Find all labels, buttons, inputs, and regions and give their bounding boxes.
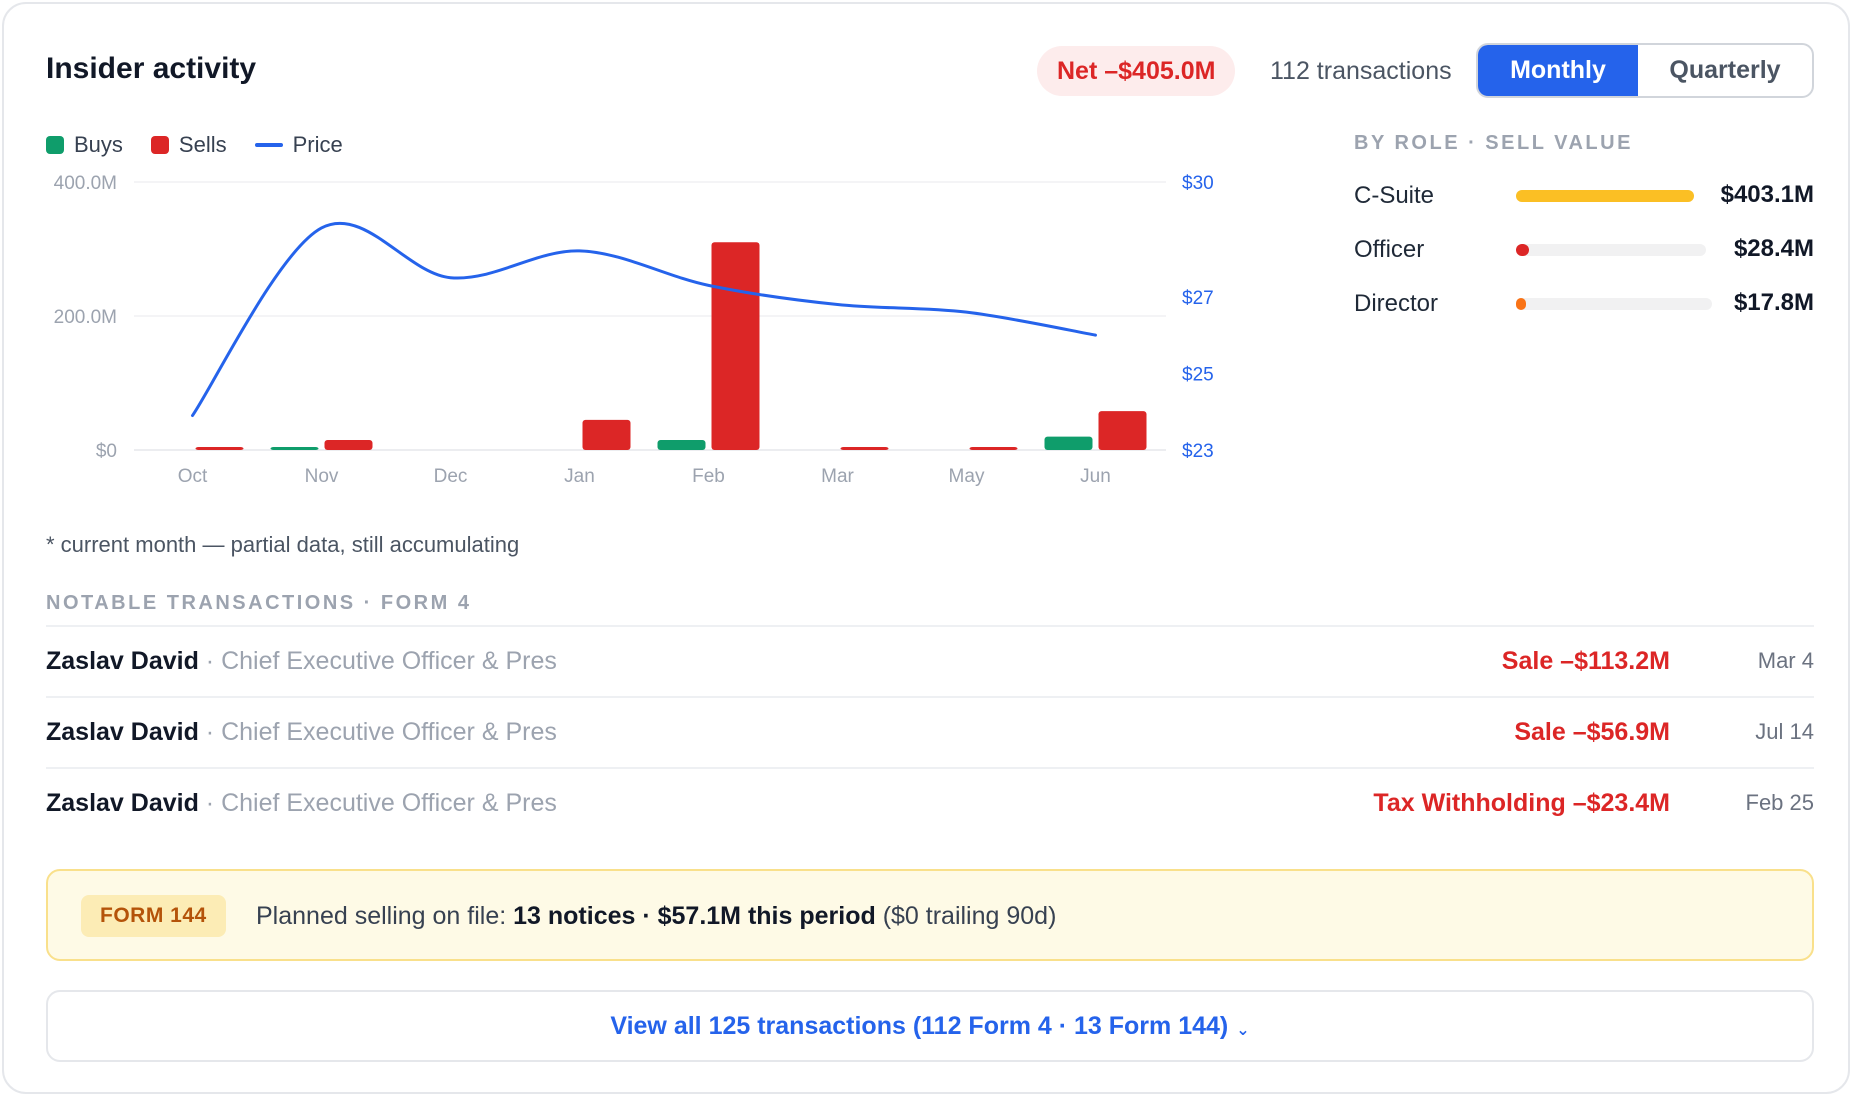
insider-role: · Chief Executive Officer & Pres [198, 718, 557, 746]
role-name: Director [1354, 290, 1439, 317]
x-tick-label: Oct [178, 466, 208, 487]
transaction-row[interactable]: Zaslav David · Chief Executive Officer &… [46, 625, 1814, 696]
x-tick-label: May [949, 466, 985, 487]
transaction-row[interactable]: Zaslav David · Chief Executive Officer &… [46, 696, 1814, 767]
insider-name: Zaslav David · Chief Executive Officer &… [46, 789, 557, 818]
role-value: $403.1M [1720, 181, 1814, 208]
insider-name-text: Zaslav David [46, 718, 199, 746]
role-bar-track [1516, 298, 1712, 310]
role-bar-track [1516, 244, 1706, 256]
x-tick-label: Jan [564, 466, 595, 487]
buy-bar [657, 439, 706, 450]
form-144-badge: FORM 144 [81, 895, 226, 937]
role-name: Officer [1354, 236, 1425, 263]
transaction-count: 112 transactions [1270, 57, 1452, 85]
role-bar-track [1516, 190, 1694, 202]
buy-bar [270, 447, 319, 450]
y-tick-label: $0 [96, 441, 117, 462]
form-144-summary: 13 notices · $57.1M this period [513, 902, 876, 930]
x-tick-label: Nov [305, 466, 339, 487]
insider-name-text: Zaslav David [46, 789, 199, 817]
transaction-row[interactable]: Zaslav David · Chief Executive Officer &… [46, 767, 1814, 838]
role-row-officer: Officer $28.4M [1354, 230, 1814, 270]
view-all-label: View all 125 transactions (112 Form 4 · … [610, 1011, 1229, 1040]
role-value: $28.4M [1733, 235, 1814, 262]
transaction-amount: Sale –$113.2M [1501, 647, 1670, 675]
role-row-director: Director $17.8M [1354, 284, 1814, 324]
x-tick-label: Dec [434, 466, 468, 487]
sell-bar [711, 242, 760, 450]
sell-bar [582, 419, 631, 450]
x-tick-label: Feb [692, 466, 725, 487]
transaction-date: Feb 25 [1745, 790, 1815, 815]
sell-bar [195, 447, 244, 450]
price-tick-label: $30 [1182, 173, 1214, 194]
price-tick-label: $23 [1182, 441, 1214, 462]
insider-name: Zaslav David · Chief Executive Officer &… [46, 718, 557, 747]
price-tick-label: $25 [1182, 364, 1214, 385]
x-tick-label: Mar [821, 466, 854, 487]
monthly-tab[interactable]: Monthly [1478, 45, 1638, 96]
buy-bar [1044, 436, 1093, 450]
chevron-down-icon: ⌄ [1236, 1022, 1250, 1039]
sell-bar [969, 447, 1018, 450]
quarterly-tab[interactable]: Quarterly [1638, 45, 1812, 96]
y-tick-label: 400.0M [54, 173, 117, 194]
form-144-text: Planned selling on file: 13 notices · $5… [256, 902, 1056, 931]
y-tick-label: 200.0M [54, 307, 117, 328]
form-144-lead: Planned selling on file: [256, 902, 514, 930]
notable-heading: NOTABLE TRANSACTIONS · FORM 4 [46, 592, 472, 614]
insider-chart: 400.0M 200.0M $0 $30 $27 $25 $23 Oct Nov Dec Jan Fe… [54, 173, 1214, 487]
transaction-date: Mar 4 [1757, 648, 1814, 673]
sell-bar [840, 447, 889, 450]
insider-name-text: Zaslav David [46, 647, 199, 675]
sell-bar [1098, 411, 1147, 450]
role-value: $17.8M [1733, 289, 1814, 316]
role-bar-fill [1516, 190, 1694, 202]
role-name: C-Suite [1354, 182, 1435, 209]
transaction-amount: Tax Withholding –$23.4M [1373, 789, 1670, 817]
transaction-amount: Sale –$56.9M [1514, 718, 1670, 746]
insider-activity-card: Insider activity Net –$405.0M 112 transa… [2, 2, 1850, 1094]
sell-bar [324, 439, 373, 450]
view-all-transactions-button[interactable]: View all 125 transactions (112 Form 4 · … [46, 990, 1814, 1062]
role-bar-fill [1516, 298, 1526, 310]
insider-name: Zaslav David · Chief Executive Officer &… [46, 647, 557, 676]
role-bar-fill [1516, 244, 1530, 256]
form-144-trailing: ($0 trailing 90d) [875, 902, 1057, 930]
role-row-c-suite: C-Suite $403.1M [1354, 176, 1814, 216]
form-144-notice: FORM 144 Planned selling on file: 13 not… [46, 869, 1814, 961]
period-toggle: Monthly Quarterly [1476, 43, 1814, 98]
x-tick-label: Jun [1080, 466, 1111, 487]
price-tick-label: $27 [1182, 288, 1214, 309]
transaction-date: Jul 14 [1755, 719, 1814, 744]
price-line [191, 221, 1097, 418]
insider-role: · Chief Executive Officer & Pres [198, 789, 557, 817]
by-role-heading: BY ROLE · SELL VALUE [1354, 132, 1633, 154]
partial-data-footnote: * current month — partial data, still ac… [46, 532, 520, 557]
insider-role: · Chief Executive Officer & Pres [198, 647, 557, 675]
